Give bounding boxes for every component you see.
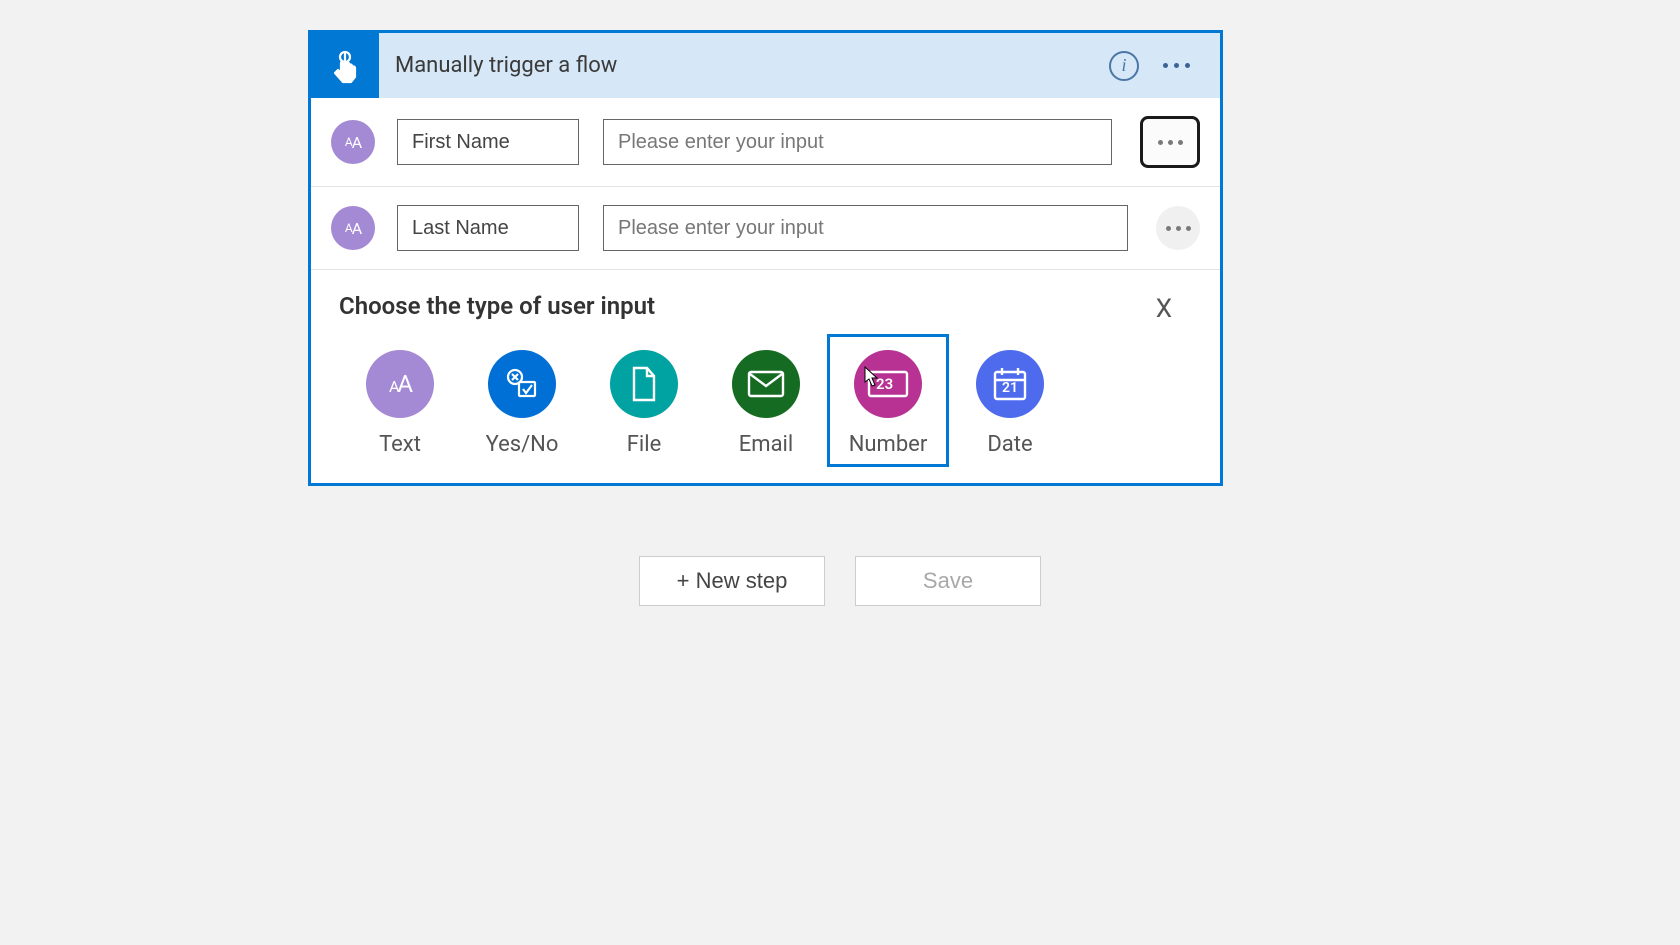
- close-picker-button[interactable]: X: [1156, 294, 1172, 324]
- trigger-header[interactable]: Manually trigger a flow i: [311, 33, 1220, 98]
- text-type-icon: AA: [331, 206, 375, 250]
- type-label: File: [627, 432, 662, 457]
- type-option-text[interactable]: AA Text: [339, 334, 461, 467]
- number-box-digits: 23: [876, 375, 893, 393]
- bottom-action-row: + New step Save: [0, 556, 1680, 606]
- type-label: Yes/No: [486, 432, 559, 457]
- date-day-digits: 21: [1002, 380, 1018, 396]
- type-label: Number: [849, 432, 928, 457]
- date-icon: 21: [976, 350, 1044, 418]
- manual-trigger-icon: [311, 33, 379, 98]
- input-row-last-name: AA: [311, 187, 1220, 270]
- file-icon: [610, 350, 678, 418]
- type-label: Email: [739, 432, 793, 457]
- picker-title: Choose the type of user input: [339, 292, 1192, 320]
- info-icon[interactable]: i: [1109, 51, 1139, 81]
- email-icon: [732, 350, 800, 418]
- input-row-more-button[interactable]: [1140, 116, 1200, 168]
- input-value-field[interactable]: [603, 119, 1112, 165]
- input-value-field[interactable]: [603, 205, 1128, 251]
- type-label: Text: [379, 432, 421, 457]
- type-label: Date: [987, 432, 1032, 457]
- input-type-picker: Choose the type of user input X AA Text: [311, 270, 1220, 483]
- save-button[interactable]: Save: [855, 556, 1041, 606]
- number-icon: 23: [854, 350, 922, 418]
- type-option-number[interactable]: 23 Number: [827, 334, 949, 467]
- input-name-field[interactable]: [397, 119, 579, 165]
- input-row-more-button[interactable]: [1156, 206, 1200, 250]
- type-option-date[interactable]: 21 Date: [949, 334, 1071, 467]
- text-type-icon: AA: [331, 120, 375, 164]
- type-option-file[interactable]: File: [583, 334, 705, 467]
- trigger-title: Manually trigger a flow: [379, 53, 1109, 78]
- trigger-card: Manually trigger a flow i AA AA Choose t…: [308, 30, 1223, 486]
- input-name-field[interactable]: [397, 205, 579, 251]
- type-option-email[interactable]: Email: [705, 334, 827, 467]
- yesno-icon: [488, 350, 556, 418]
- input-row-first-name: AA: [311, 98, 1220, 187]
- type-option-yesno[interactable]: Yes/No: [461, 334, 583, 467]
- text-icon: AA: [366, 350, 434, 418]
- new-step-button[interactable]: + New step: [639, 556, 825, 606]
- type-options-row: AA Text Yes/No: [339, 334, 1192, 467]
- trigger-more-menu[interactable]: [1159, 53, 1194, 78]
